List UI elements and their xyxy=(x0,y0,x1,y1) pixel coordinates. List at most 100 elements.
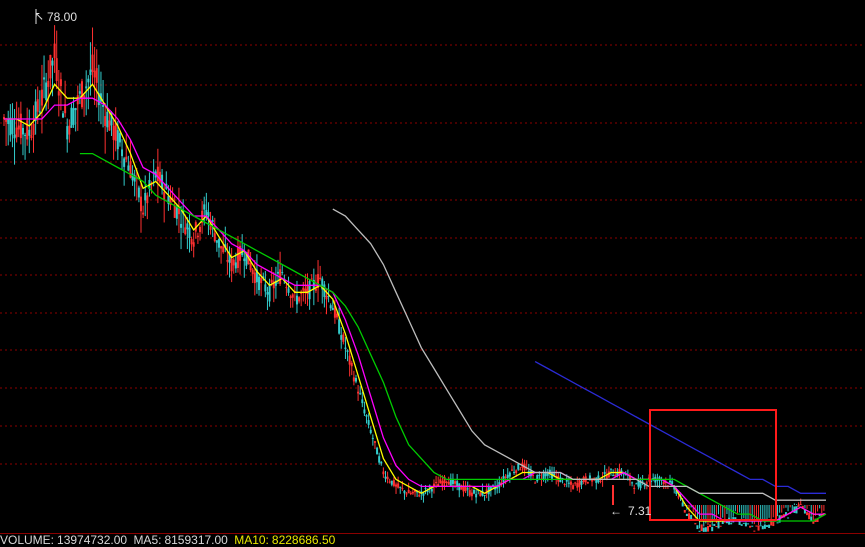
candlestick xyxy=(597,471,600,484)
candlestick xyxy=(226,242,229,275)
candlestick xyxy=(449,473,452,488)
candlestick xyxy=(26,107,29,146)
candlestick xyxy=(346,349,349,362)
candlestick xyxy=(376,446,379,455)
candlestick xyxy=(340,327,343,349)
highlight-box xyxy=(649,409,777,521)
candlestick xyxy=(373,440,376,450)
candlestick xyxy=(64,80,67,118)
candlestick xyxy=(451,473,454,491)
candlestick xyxy=(177,187,180,234)
candlestick xyxy=(298,296,301,304)
candlestick xyxy=(508,471,511,483)
candlestick xyxy=(251,268,254,284)
candlestick xyxy=(228,246,231,278)
candlestick xyxy=(399,486,402,494)
volume-value: 13974732.00 xyxy=(57,534,128,547)
candlestick xyxy=(70,103,73,128)
volume-status-bar: VOLUME: 13974732.00 MA5: 8159317.00 MA10: 8… xyxy=(0,534,865,547)
ma10-value: 8228686.50 xyxy=(271,534,336,547)
candlestick xyxy=(201,201,204,234)
candlestick xyxy=(544,467,547,484)
candlestick xyxy=(652,473,655,482)
candlestick xyxy=(780,505,783,518)
candlestick xyxy=(133,169,136,197)
candlestick xyxy=(13,109,16,165)
candlestick xyxy=(618,463,621,479)
candlestick xyxy=(43,55,46,99)
candlestick xyxy=(481,483,484,497)
candlestick xyxy=(759,505,762,527)
candlestick xyxy=(485,483,488,499)
candlestick xyxy=(268,278,271,307)
low-annotation: ← 7.31 xyxy=(610,485,652,518)
candlestick xyxy=(253,259,256,296)
candlestick xyxy=(80,78,83,110)
candlestick xyxy=(144,175,147,217)
candlestick xyxy=(711,505,714,532)
candlestick xyxy=(239,241,242,275)
candlestick xyxy=(706,505,709,532)
candlestick xyxy=(382,467,385,478)
candlestick xyxy=(354,374,357,384)
candlestick xyxy=(196,232,199,244)
candlestick xyxy=(93,46,96,106)
candlestick xyxy=(32,105,35,153)
candlestick xyxy=(121,139,124,170)
candlestick xyxy=(232,257,235,274)
candlestick xyxy=(95,49,98,108)
candlestick xyxy=(479,491,482,497)
candlestick xyxy=(125,134,128,163)
candlestick xyxy=(489,485,492,497)
candlestick xyxy=(683,505,686,513)
candlestick xyxy=(422,491,425,503)
candlestick xyxy=(698,505,701,532)
candlestick xyxy=(220,245,223,264)
candlestick xyxy=(475,489,478,504)
candlestick xyxy=(361,391,364,408)
candlestick xyxy=(660,476,663,485)
candlestick xyxy=(753,505,756,532)
candlestick xyxy=(308,279,311,310)
candlestick xyxy=(129,140,132,179)
candlestick xyxy=(279,251,282,286)
candlestick xyxy=(395,482,398,494)
candlestick xyxy=(772,505,775,527)
ma5-value: 8159317.00 xyxy=(164,534,228,547)
candlestick xyxy=(352,370,355,386)
candlestick xyxy=(561,477,564,484)
candlestick xyxy=(365,414,368,424)
candlestick xyxy=(76,85,79,131)
moving-averages xyxy=(4,83,827,522)
candlestick xyxy=(323,281,326,308)
candlestick xyxy=(744,505,747,527)
candlestick xyxy=(456,473,459,491)
candlestick xyxy=(702,505,705,532)
candlestick xyxy=(192,232,195,258)
candlestick xyxy=(462,480,465,497)
candlestick xyxy=(787,505,790,519)
ma-line-5 xyxy=(534,361,826,494)
candlestick xyxy=(106,93,109,132)
high-arrow-icon: ↖ xyxy=(34,9,44,23)
candlestick xyxy=(180,205,183,250)
candlestick xyxy=(55,30,58,90)
candlestick xyxy=(272,271,275,303)
candlestick xyxy=(770,505,773,526)
candlestick xyxy=(738,505,741,525)
candlestick xyxy=(190,236,193,251)
candlestick xyxy=(62,110,65,119)
candlestick xyxy=(342,332,345,345)
candlestick xyxy=(688,505,690,520)
candlestick xyxy=(344,337,347,359)
candlestick xyxy=(761,505,764,530)
candlestick xyxy=(15,101,18,143)
candlestick xyxy=(9,104,12,142)
candlestick xyxy=(91,27,94,85)
candlestick xyxy=(281,265,284,276)
candlestick xyxy=(506,468,509,480)
candlestick xyxy=(599,479,602,484)
ma10-label: MA10: xyxy=(234,534,269,547)
candlestick xyxy=(523,459,526,477)
candlestick xyxy=(38,90,41,117)
